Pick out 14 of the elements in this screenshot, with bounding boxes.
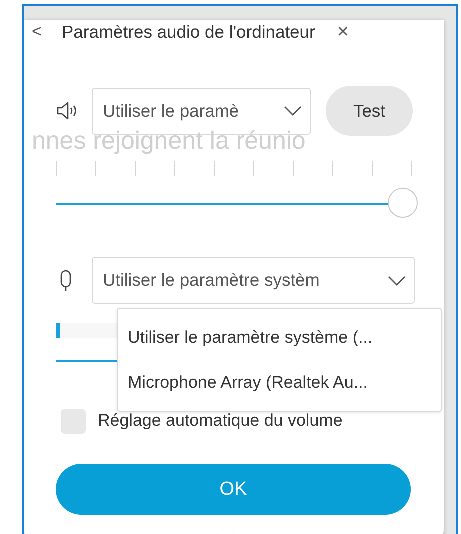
dialog-title: Paramètres audio de l'ordinateur xyxy=(62,22,316,42)
back-icon[interactable]: < xyxy=(32,22,62,42)
speaker-dropdown[interactable]: Utiliser le paramè xyxy=(92,88,311,134)
slider-thumb[interactable] xyxy=(388,188,418,218)
microphone-dropdown[interactable]: Utiliser le paramètre systèm xyxy=(92,257,415,304)
chevron-down-icon xyxy=(388,276,406,286)
menu-option[interactable]: Utiliser le paramètre système (... xyxy=(118,315,441,360)
close-icon[interactable]: × xyxy=(337,22,350,42)
menu-option[interactable]: Microphone Array (Realtek Au... xyxy=(118,360,441,405)
chevron-down-icon xyxy=(284,106,302,116)
test-button[interactable]: Test xyxy=(326,86,413,136)
microphone-icon xyxy=(60,270,72,292)
checkbox-label: Réglage automatique du volume xyxy=(98,411,343,431)
speaker-icon xyxy=(56,101,78,121)
